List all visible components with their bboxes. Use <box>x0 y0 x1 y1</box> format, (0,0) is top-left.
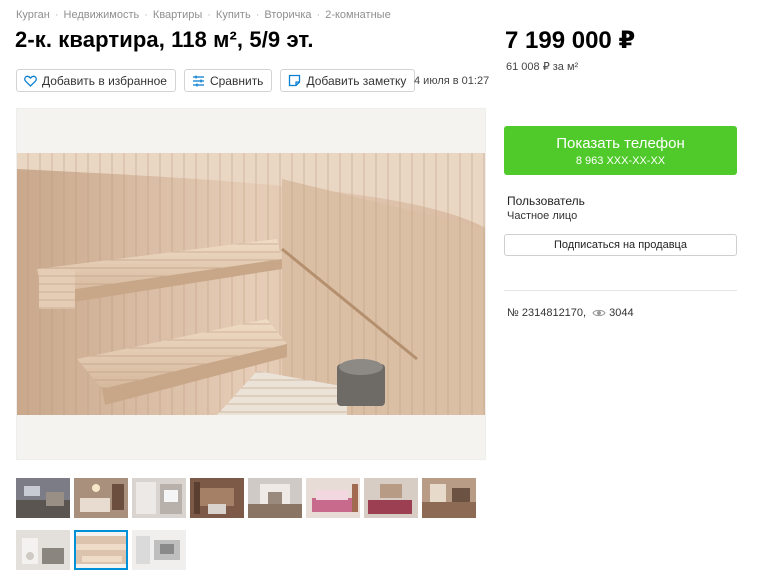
thumbnail[interactable] <box>74 478 128 518</box>
thumbnail[interactable] <box>306 478 360 518</box>
thumbnail[interactable] <box>132 530 186 570</box>
add-note-button[interactable]: Добавить заметку <box>280 69 416 92</box>
views-count: 3044 <box>609 307 634 319</box>
item-number: № 2314812170, <box>507 307 587 319</box>
publish-date: 4 июля в 01:27 <box>414 75 490 87</box>
price: 7 199 000 ₽ <box>505 27 636 54</box>
heart-icon <box>24 75 37 87</box>
breadcrumb: Курган · Недвижимость · Квартиры · Купить · Втор… <box>16 9 391 21</box>
note-icon <box>289 74 301 87</box>
breadcrumb-item[interactable]: Купить <box>216 9 251 21</box>
thumbnail-active[interactable] <box>74 530 128 570</box>
divider <box>504 290 737 291</box>
breadcrumb-item[interactable]: Недвижимость <box>64 9 140 21</box>
price-per-m2: 61 008 ₽ за м² <box>506 61 579 73</box>
show-phone-label: Показать телефон <box>556 135 685 152</box>
thumbnail[interactable] <box>190 478 244 518</box>
thumbnail[interactable] <box>248 478 302 518</box>
subscribe-seller-button[interactable]: Подписаться на продавца <box>504 234 737 256</box>
add-favorite-button[interactable]: Добавить в избранное <box>16 69 176 92</box>
add-favorite-label: Добавить в избранное <box>42 73 167 88</box>
add-note-label: Добавить заметку <box>306 73 407 88</box>
compare-label: Сравнить <box>209 73 264 88</box>
phone-number: 8 963 XXX-XX-XX <box>575 155 666 167</box>
thumbnail[interactable] <box>16 478 70 518</box>
compare-icon <box>192 75 204 86</box>
seller-name[interactable]: Пользователь <box>507 194 585 208</box>
action-bar: Добавить в избранное Сравнить Добавить з… <box>16 69 416 92</box>
breadcrumb-item[interactable]: 2-комнатные <box>325 9 390 21</box>
sauna-photo-image <box>17 109 485 459</box>
item-info: № 2314812170, 3044 <box>507 307 634 319</box>
eye-icon <box>592 309 606 317</box>
thumbnail[interactable] <box>132 478 186 518</box>
thumbnail[interactable] <box>16 530 70 570</box>
breadcrumb-item[interactable]: Квартиры <box>153 9 202 21</box>
thumbnail[interactable] <box>422 478 476 518</box>
seller-type: Частное лицо <box>507 210 578 222</box>
main-photo[interactable] <box>16 108 486 460</box>
page-title: 2-к. квартира, 118 м², 5/9 эт. <box>15 27 314 52</box>
breadcrumb-item[interactable]: Курган <box>16 9 50 21</box>
show-phone-button[interactable]: Показать телефон 8 963 XXX-XX-XX <box>504 126 737 175</box>
compare-button[interactable]: Сравнить <box>183 69 273 92</box>
breadcrumb-item[interactable]: Вторичка <box>264 9 311 21</box>
thumbnail[interactable] <box>364 478 418 518</box>
